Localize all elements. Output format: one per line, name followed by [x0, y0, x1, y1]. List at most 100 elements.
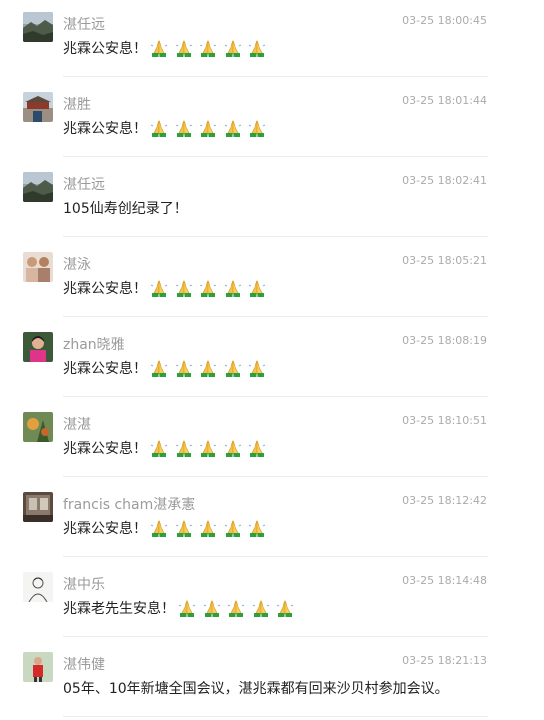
- comment-item: 湛任远 03-25 18:02:41 105仙寿创纪录了！: [0, 160, 544, 240]
- comment-timestamp: 03-25 18:05:21: [402, 254, 487, 267]
- folded-hands-icon: [226, 598, 246, 618]
- commenter-name[interactable]: zhan晓雅: [63, 334, 125, 354]
- folded-hands-icon: [223, 38, 243, 58]
- comment-timestamp: 03-25 18:14:48: [402, 574, 487, 587]
- comment-timestamp: 03-25 18:21:13: [402, 654, 487, 667]
- landscape-avatar[interactable]: [23, 172, 53, 202]
- comment-content: 兆霖公安息！: [63, 118, 272, 138]
- emoji-group: [149, 278, 272, 298]
- folded-hands-icon: [149, 438, 169, 458]
- emoji-group: [149, 38, 272, 58]
- folded-hands-icon: [202, 598, 222, 618]
- folded-hands-icon: [198, 358, 218, 378]
- folded-hands-icon: [149, 358, 169, 378]
- comment-item: zhan晓雅 03-25 18:08:19 兆霖公安息！: [0, 320, 544, 400]
- commenter-name[interactable]: 湛中乐: [63, 574, 105, 594]
- comment-text: 兆霖公安息！: [63, 361, 147, 377]
- comment-content: 兆霖公安息！: [63, 518, 272, 538]
- woman-avatar[interactable]: [23, 332, 53, 362]
- emoji-group: [149, 518, 272, 538]
- folded-hands-icon: [198, 38, 218, 58]
- comment-divider: [63, 716, 488, 717]
- folded-hands-icon: [177, 598, 197, 618]
- folded-hands-icon: [247, 38, 267, 58]
- folded-hands-icon: [223, 518, 243, 538]
- painting-avatar[interactable]: [23, 412, 53, 442]
- commenter-name[interactable]: 湛任远: [63, 174, 105, 194]
- comment-item: 湛任远 03-25 18:00:45 兆霖公安息！: [0, 0, 544, 80]
- folded-hands-icon: [174, 38, 194, 58]
- folded-hands-icon: [223, 358, 243, 378]
- commenter-name[interactable]: 湛伟健: [63, 654, 105, 674]
- comment-divider: [63, 76, 488, 77]
- emoji-group: [177, 598, 300, 618]
- folded-hands-icon: [198, 518, 218, 538]
- comment-item: 湛胜 03-25 18:01:44 兆霖公安息！: [0, 80, 544, 160]
- comment-content: 兆霖老先生安息！: [63, 598, 300, 618]
- comment-text: 兆霖公安息！: [63, 121, 147, 137]
- comment-text: 105仙寿创纪录了！: [63, 201, 188, 217]
- comment-content: 105仙寿创纪录了！: [63, 198, 188, 218]
- emoji-group: [149, 358, 272, 378]
- comment-divider: [63, 156, 488, 157]
- comment-text: 兆霖老先生安息！: [63, 601, 175, 617]
- comment-text: 兆霖公安息！: [63, 521, 147, 537]
- comment-divider: [63, 236, 488, 237]
- folded-hands-icon: [251, 598, 271, 618]
- palace-avatar[interactable]: [23, 92, 53, 122]
- comment-timestamp: 03-25 18:10:51: [402, 414, 487, 427]
- folded-hands-icon: [223, 438, 243, 458]
- commenter-name[interactable]: 湛胜: [63, 94, 91, 114]
- room-avatar[interactable]: [23, 492, 53, 522]
- folded-hands-icon: [223, 118, 243, 138]
- comment-timestamp: 03-25 18:01:44: [402, 94, 487, 107]
- folded-hands-icon: [174, 518, 194, 538]
- comment-text: 兆霖公安息！: [63, 441, 147, 457]
- red-person-avatar[interactable]: [23, 652, 53, 682]
- comment-divider: [63, 556, 488, 557]
- folded-hands-icon: [174, 358, 194, 378]
- folded-hands-icon: [198, 118, 218, 138]
- comment-divider: [63, 316, 488, 317]
- comment-content: 兆霖公安息！: [63, 38, 272, 58]
- sketch-avatar[interactable]: [23, 572, 53, 602]
- folded-hands-icon: [247, 278, 267, 298]
- commenter-name[interactable]: 湛湛: [63, 414, 91, 434]
- comment-item: 湛中乐 03-25 18:14:48 兆霖老先生安息！: [0, 560, 544, 640]
- comment-timestamp: 03-25 18:08:19: [402, 334, 487, 347]
- comment-timestamp: 03-25 18:00:45: [402, 14, 487, 27]
- comment-divider: [63, 476, 488, 477]
- folded-hands-icon: [149, 518, 169, 538]
- comment-item: 湛伟健 03-25 18:21:13 05年、10年新塘全国会议，湛兆霖都有回来沙贝…: [0, 640, 544, 720]
- folded-hands-icon: [149, 278, 169, 298]
- comment-content: 兆霖公安息！: [63, 358, 272, 378]
- folded-hands-icon: [275, 598, 295, 618]
- folded-hands-icon: [247, 118, 267, 138]
- folded-hands-icon: [174, 278, 194, 298]
- folded-hands-icon: [198, 278, 218, 298]
- comment-content: 兆霖公安息！: [63, 438, 272, 458]
- landscape-avatar[interactable]: [23, 12, 53, 42]
- folded-hands-icon: [149, 38, 169, 58]
- comment-timestamp: 03-25 18:02:41: [402, 174, 487, 187]
- comment-content: 05年、10年新塘全国会议，湛兆霖都有回来沙贝村参加会议。: [63, 678, 449, 698]
- comment-text: 兆霖公安息！: [63, 281, 147, 297]
- folded-hands-icon: [247, 438, 267, 458]
- commenter-name[interactable]: 湛任远: [63, 14, 105, 34]
- folded-hands-icon: [174, 438, 194, 458]
- folded-hands-icon: [198, 438, 218, 458]
- commenter-name[interactable]: 湛泳: [63, 254, 91, 274]
- people-avatar[interactable]: [23, 252, 53, 282]
- comment-text: 兆霖公安息！: [63, 41, 147, 57]
- folded-hands-icon: [174, 118, 194, 138]
- emoji-group: [149, 118, 272, 138]
- comment-item: 湛湛 03-25 18:10:51 兆霖公安息！: [0, 400, 544, 480]
- folded-hands-icon: [149, 118, 169, 138]
- folded-hands-icon: [247, 518, 267, 538]
- comment-item: francis cham湛承憲 03-25 18:12:42 兆霖公安息！: [0, 480, 544, 560]
- commenter-name[interactable]: francis cham湛承憲: [63, 494, 195, 514]
- comment-text: 05年、10年新塘全国会议，湛兆霖都有回来沙贝村参加会议。: [63, 681, 449, 697]
- comment-timestamp: 03-25 18:12:42: [402, 494, 487, 507]
- comment-feed: 湛任远 03-25 18:00:45 兆霖公安息！ 湛胜 03-25 18:01:44 兆…: [0, 0, 544, 720]
- folded-hands-icon: [247, 358, 267, 378]
